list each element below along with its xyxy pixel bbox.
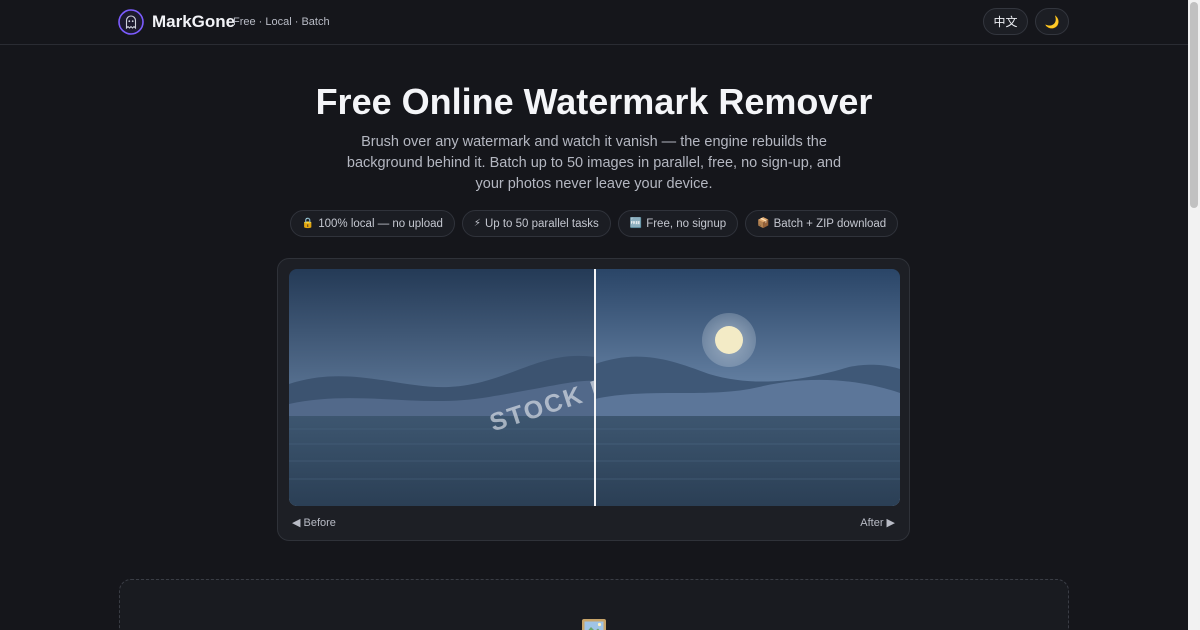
page-scrollbar[interactable] [1188,0,1200,630]
before-label: ◀ Before [292,517,336,529]
after-label: After ▶ [860,517,895,529]
ghost-logo-icon[interactable] [118,9,144,35]
free-icon: 🆓 [629,218,643,229]
moon-icon [715,326,743,354]
lightning-icon: ⚡ [473,218,481,229]
badge-local: 🔒 100% local — no upload [289,210,455,237]
feature-badges: 🔒 100% local — no upload ⚡ Up to 50 para… [0,210,1188,237]
brand-tagline: Free · Local · Batch [233,16,330,28]
badge-label: Free, no signup [646,217,727,230]
page: MarkGone Free · Local · Batch 中文 🌙 Free … [0,0,1188,630]
lock-icon: 🔒 [301,218,315,229]
moon-icon: 🌙 [1044,14,1060,29]
badge-label: Up to 50 parallel tasks [484,217,599,230]
badge-batch: 📦 Batch + ZIP download [745,210,899,237]
compare-divider-handle[interactable] [594,269,596,506]
package-icon: 📦 [757,218,770,229]
badge-label: Batch + ZIP download [773,217,887,230]
language-toggle-button[interactable]: 中文 [983,8,1028,35]
before-after-card: STOCK PHO ◀ Before After ▶ [277,258,910,541]
top-nav: MarkGone Free · Local · Batch 中文 🌙 [0,0,1188,45]
image-frame-icon [582,619,606,630]
before-after-slider[interactable]: STOCK PHO [289,269,900,506]
page-title: Free Online Watermark Remover [315,81,873,122]
brand-name[interactable]: MarkGone [152,12,235,32]
badge-parallel: ⚡ Up to 50 parallel tasks [461,210,611,237]
page-subtitle: Brush over any watermark and watch it va… [346,134,842,192]
badge-label: 100% local — no upload [318,217,443,230]
scrollbar-thumb[interactable] [1190,2,1198,208]
badge-free: 🆓 Free, no signup [617,210,739,237]
theme-toggle-button[interactable]: 🌙 [1035,8,1069,35]
